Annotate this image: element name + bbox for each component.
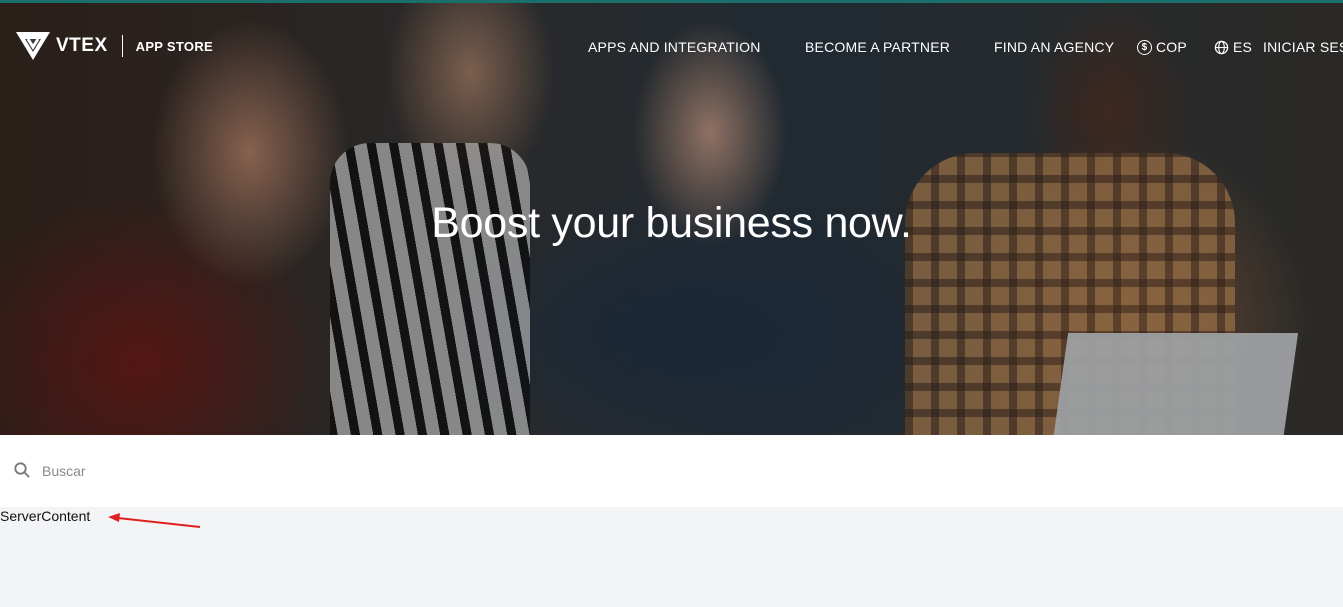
vtex-logo-icon [16,32,50,60]
server-content-text: ServerContent [0,508,91,524]
language-label: ES [1233,39,1253,55]
search-icon[interactable] [13,461,31,479]
logo-text: VTEX [56,35,108,56]
logo-divider [121,35,123,57]
hero-title: Boost your business now. [431,199,912,247]
hero-banner: VTEX APP STORE APPS AND INTEGRATION BECO… [0,3,1343,435]
nav-find-an-agency[interactable]: FIND AN AGENCY [994,39,1114,55]
logo-subtitle: APP STORE [135,38,213,54]
search-bar [0,435,1343,507]
currency-selector[interactable]: $ COP [1137,39,1187,55]
language-selector[interactable]: ES [1214,39,1252,55]
currency-label: COP [1156,39,1187,55]
search-input[interactable] [40,459,644,483]
nav-apps-and-integration[interactable]: APPS AND INTEGRATION [588,39,761,55]
dollar-circle-icon: $ [1137,39,1152,55]
annotation-arrow-icon [108,513,201,528]
globe-icon [1214,40,1229,54]
vtex-logo-link[interactable]: VTEX APP STORE [14,30,213,62]
nav-become-a-partner[interactable]: BECOME A PARTNER [805,39,950,55]
nav-login[interactable]: INICIAR SESIÓN [1263,39,1343,55]
